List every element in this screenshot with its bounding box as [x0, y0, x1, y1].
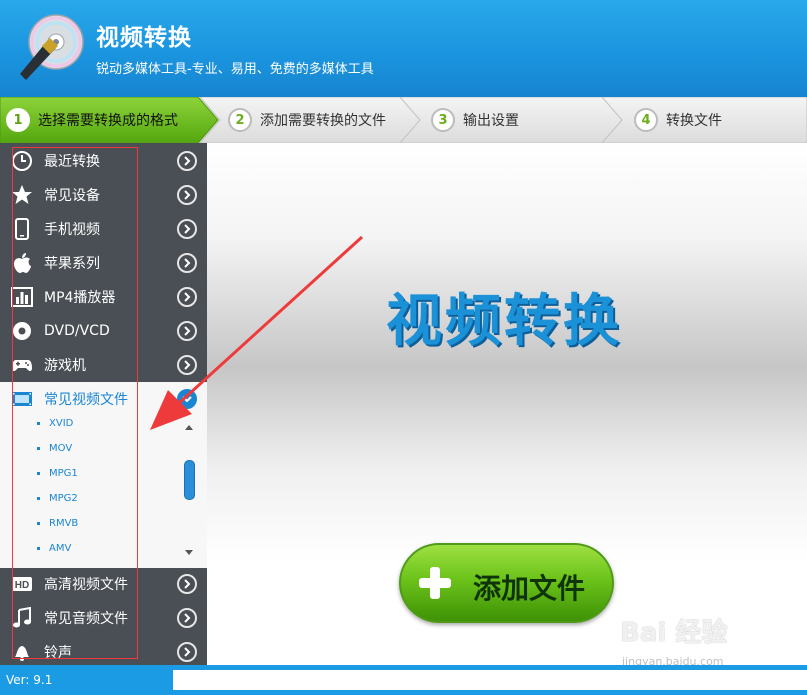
- chevron-right-icon[interactable]: [177, 219, 197, 239]
- add-file-label: 添加文件: [473, 572, 586, 605]
- format-item-mov[interactable]: MOV: [37, 443, 72, 454]
- step-2[interactable]: 2 添加需要转换的文件: [228, 97, 386, 143]
- step-number: 2: [228, 108, 252, 132]
- sidebar-item-label: 常见视频文件: [44, 392, 128, 408]
- plus-icon: [419, 567, 451, 599]
- gamepad-icon: [10, 353, 34, 377]
- sidebar-item-devices[interactable]: 常见设备: [0, 178, 207, 212]
- step-label: 选择需要转换成的格式: [38, 113, 178, 129]
- sidebar-item-label: 高清视频文件: [44, 577, 128, 593]
- format-label: MPG1: [49, 468, 78, 479]
- chevron-right-icon[interactable]: [177, 287, 197, 307]
- step-1[interactable]: 1 选择需要转换成的格式: [6, 97, 178, 143]
- film-icon: [10, 387, 34, 411]
- sidebar-item-label: 常见设备: [44, 188, 100, 204]
- sidebar-item-label: DVD/VCD: [44, 323, 110, 339]
- disc-icon: [10, 319, 34, 343]
- format-label: AMV: [49, 543, 72, 554]
- status-bar: Ver: 9.1: [0, 665, 807, 695]
- chevron-right-icon[interactable]: [177, 151, 197, 171]
- apple-icon: [10, 251, 34, 275]
- sidebar-item-label: 手机视频: [44, 222, 100, 238]
- hd-icon: HD: [10, 572, 34, 596]
- sidebar-item-label: 常见音频文件: [44, 611, 128, 627]
- svg-text:HD: HD: [15, 580, 29, 591]
- step-4[interactable]: 4 转换文件: [634, 97, 722, 143]
- app-header: 视频转换 锐动多媒体工具-专业、易用、免费的多媒体工具: [0, 0, 807, 97]
- clock-icon: [10, 149, 34, 173]
- app-title: 视频转换: [96, 25, 192, 51]
- star-icon: [10, 183, 34, 207]
- sidebar-item-mobile-video[interactable]: 手机视频: [0, 212, 207, 246]
- sidebar-item-label: 最近转换: [44, 154, 100, 170]
- format-label: RMVB: [49, 518, 79, 529]
- step-number: 4: [634, 108, 658, 132]
- step-label: 输出设置: [463, 113, 519, 129]
- app-subtitle: 锐动多媒体工具-专业、易用、免费的多媒体工具: [96, 62, 374, 77]
- version-label: Ver: 9.1: [6, 673, 53, 687]
- chevron-right-icon[interactable]: [177, 608, 197, 628]
- format-item-mpg2[interactable]: MPG2: [37, 493, 78, 504]
- main-title: 视频转换: [386, 289, 622, 354]
- chevron-right-icon[interactable]: [177, 355, 197, 375]
- step-number: 1: [6, 108, 30, 132]
- add-file-button[interactable]: 添加文件: [399, 543, 614, 623]
- step-label: 添加需要转换的文件: [260, 113, 386, 129]
- step-label: 转换文件: [666, 113, 722, 129]
- step-3[interactable]: 3 输出设置: [431, 97, 519, 143]
- sidebar-item-label: 苹果系列: [44, 256, 100, 272]
- sidebar-item-game-console[interactable]: 游戏机: [0, 348, 207, 382]
- chevron-down-icon[interactable]: [177, 389, 197, 409]
- music-note-icon: [10, 606, 34, 630]
- chevron-right-icon[interactable]: [177, 185, 197, 205]
- step-number: 3: [431, 108, 455, 132]
- sidebar-item-ringtone[interactable]: 铃声: [0, 635, 207, 669]
- sidebar-item-hd-video[interactable]: HD 高清视频文件: [0, 567, 207, 601]
- format-item-rmvb[interactable]: RMVB: [37, 518, 78, 529]
- watermark: Bai 经验: [620, 618, 728, 648]
- video-format-list: [0, 416, 207, 568]
- format-item-mpg1[interactable]: MPG1: [37, 468, 78, 479]
- sidebar-item-common-audio[interactable]: 常见音频文件: [0, 601, 207, 635]
- format-label: XVID: [49, 418, 74, 429]
- scrollbar-thumb[interactable]: [184, 460, 195, 500]
- sidebar-item-recent[interactable]: 最近转换: [0, 144, 207, 178]
- format-item-xvid[interactable]: XVID: [37, 418, 73, 429]
- bar-chart-icon: [10, 285, 34, 309]
- status-field: [173, 670, 807, 690]
- sidebar-item-common-video[interactable]: 常见视频文件: [0, 382, 207, 416]
- bell-icon: [10, 640, 34, 664]
- sidebar-item-label: 游戏机: [44, 358, 86, 374]
- chevron-right-icon[interactable]: [177, 642, 197, 662]
- app-logo-icon: [20, 14, 84, 80]
- sidebar-item-mp4-player[interactable]: MP4播放器: [0, 280, 207, 314]
- format-label: MPG2: [49, 493, 78, 504]
- phone-icon: [10, 217, 34, 241]
- sidebar-item-label: MP4播放器: [44, 290, 116, 306]
- chevron-right-icon[interactable]: [177, 574, 197, 594]
- format-label: MOV: [49, 443, 73, 454]
- format-item-amv[interactable]: AMV: [37, 543, 71, 554]
- sidebar-item-dvd-vcd[interactable]: DVD/VCD: [0, 314, 207, 348]
- chevron-right-icon[interactable]: [177, 253, 197, 273]
- sidebar-item-label: 铃声: [44, 645, 72, 661]
- chevron-right-icon[interactable]: [177, 321, 197, 341]
- sidebar-item-apple[interactable]: 苹果系列: [0, 246, 207, 280]
